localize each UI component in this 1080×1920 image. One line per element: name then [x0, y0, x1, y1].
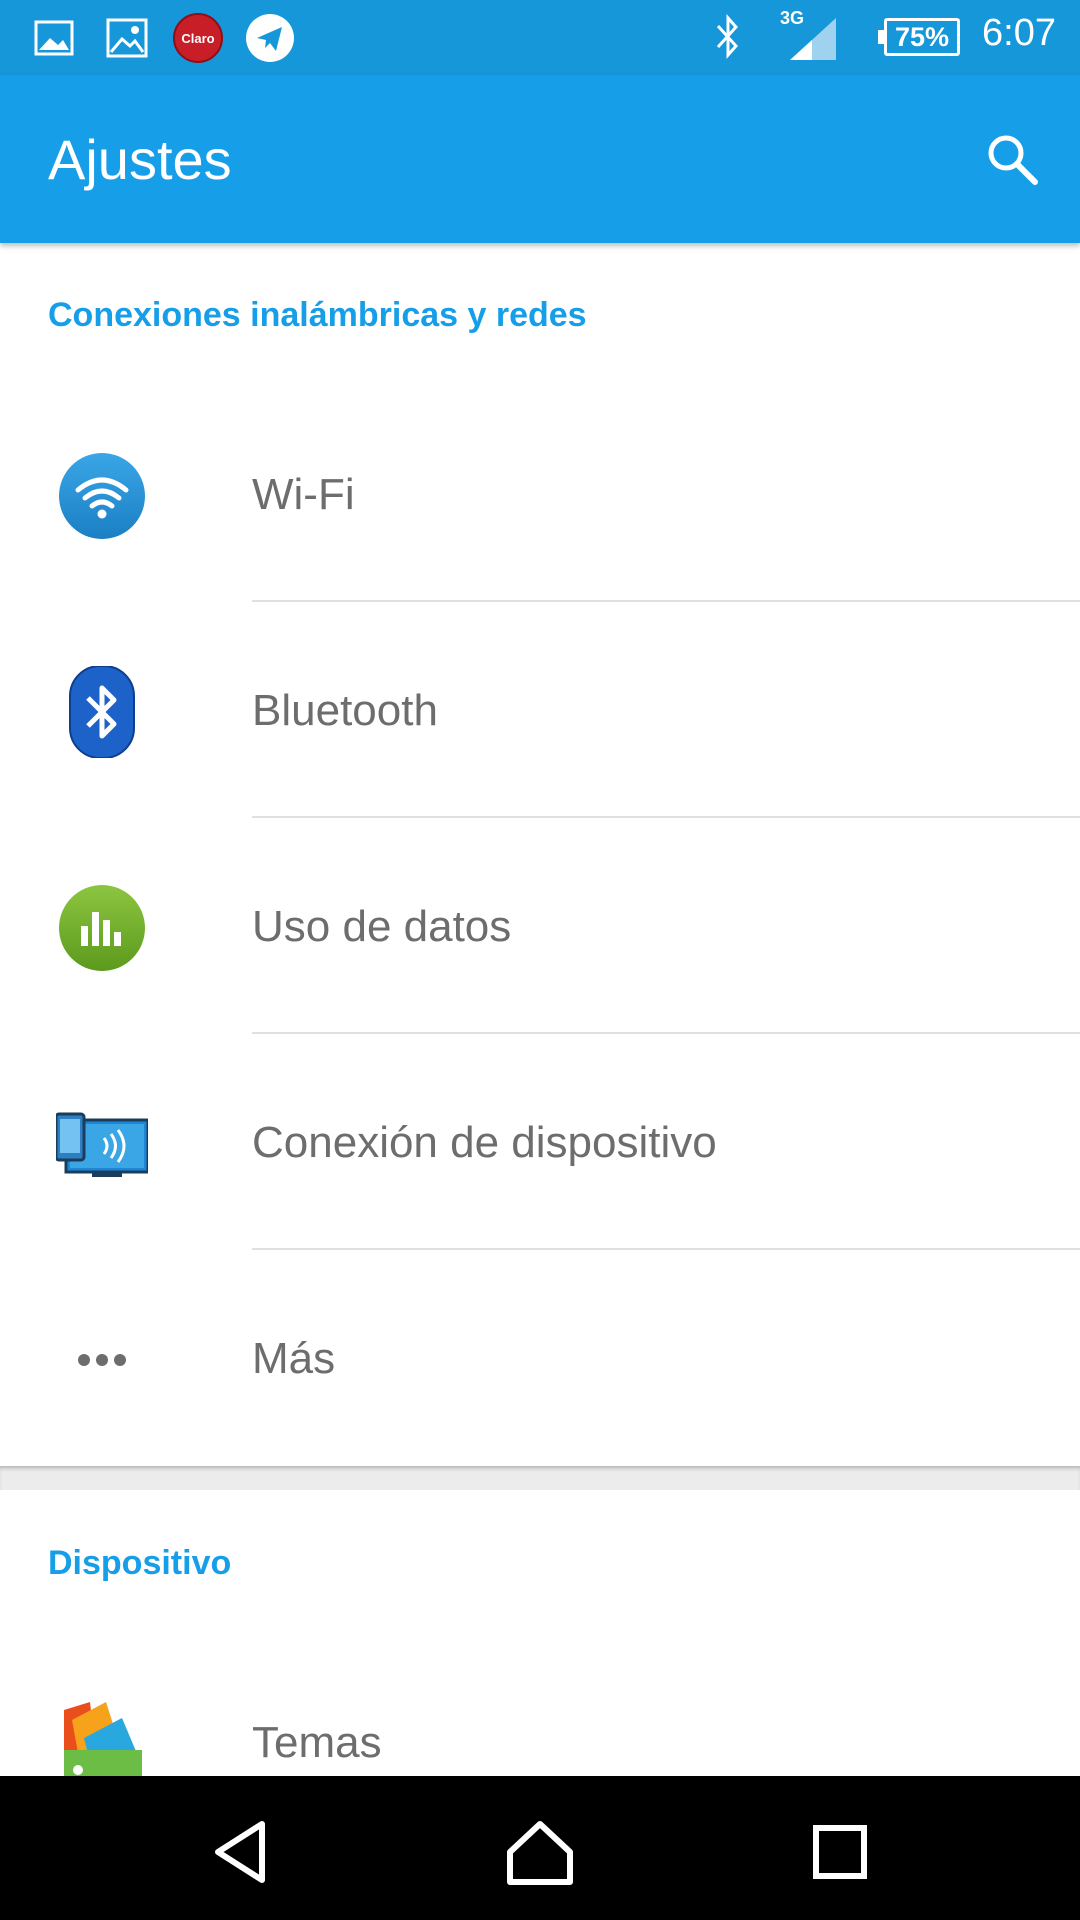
telegram-notification-icon — [246, 14, 294, 62]
wifi-icon — [59, 453, 145, 539]
navigation-bar — [0, 1776, 1080, 1920]
clock: 6:07 — [982, 12, 1056, 54]
device-connection-icon — [56, 1112, 148, 1177]
app-bar: Ajustes — [0, 75, 1080, 243]
bluetooth-status-icon — [716, 14, 739, 59]
settings-item-data-usage[interactable]: Uso de datos — [0, 818, 1080, 1034]
settings-item-label: Más — [252, 1334, 336, 1383]
settings-item-wifi[interactable]: Wi-Fi — [0, 386, 1080, 602]
section-header-device: Dispositivo — [48, 1544, 232, 1582]
gallery-notification-icon — [106, 18, 148, 58]
settings-item-label: Bluetooth — [252, 686, 438, 735]
svg-text:Claro: Claro — [181, 31, 214, 46]
settings-item-label: Temas — [252, 1718, 382, 1767]
settings-item-bluetooth[interactable]: Bluetooth — [0, 602, 1080, 818]
settings-item-label: Uso de datos — [252, 902, 512, 951]
page-title: Ajustes — [48, 128, 232, 191]
section-separator — [0, 1466, 1080, 1490]
back-icon[interactable] — [202, 1812, 282, 1892]
recent-apps-icon[interactable] — [800, 1812, 880, 1892]
settings-item-label: Conexión de dispositivo — [252, 1118, 717, 1167]
signal-strength-icon — [790, 18, 836, 60]
settings-item-device-connection[interactable]: Conexión de dispositivo — [0, 1034, 1080, 1250]
home-icon[interactable] — [500, 1812, 580, 1892]
search-icon[interactable] — [982, 129, 1042, 189]
image-notification-icon — [34, 20, 74, 56]
settings-item-more[interactable]: Más — [0, 1250, 1080, 1466]
status-bar: Claro 3G 75% 6:07 — [0, 0, 1080, 75]
battery-indicator: 75% — [878, 18, 960, 56]
settings-item-label: Wi-Fi — [252, 470, 355, 519]
bluetooth-icon — [69, 666, 135, 758]
data-usage-icon — [59, 885, 145, 971]
section-header-wireless: Conexiones inalámbricas y redes — [48, 296, 587, 334]
more-dots-icon — [78, 1354, 126, 1366]
claro-notification-icon: Claro — [173, 13, 223, 63]
